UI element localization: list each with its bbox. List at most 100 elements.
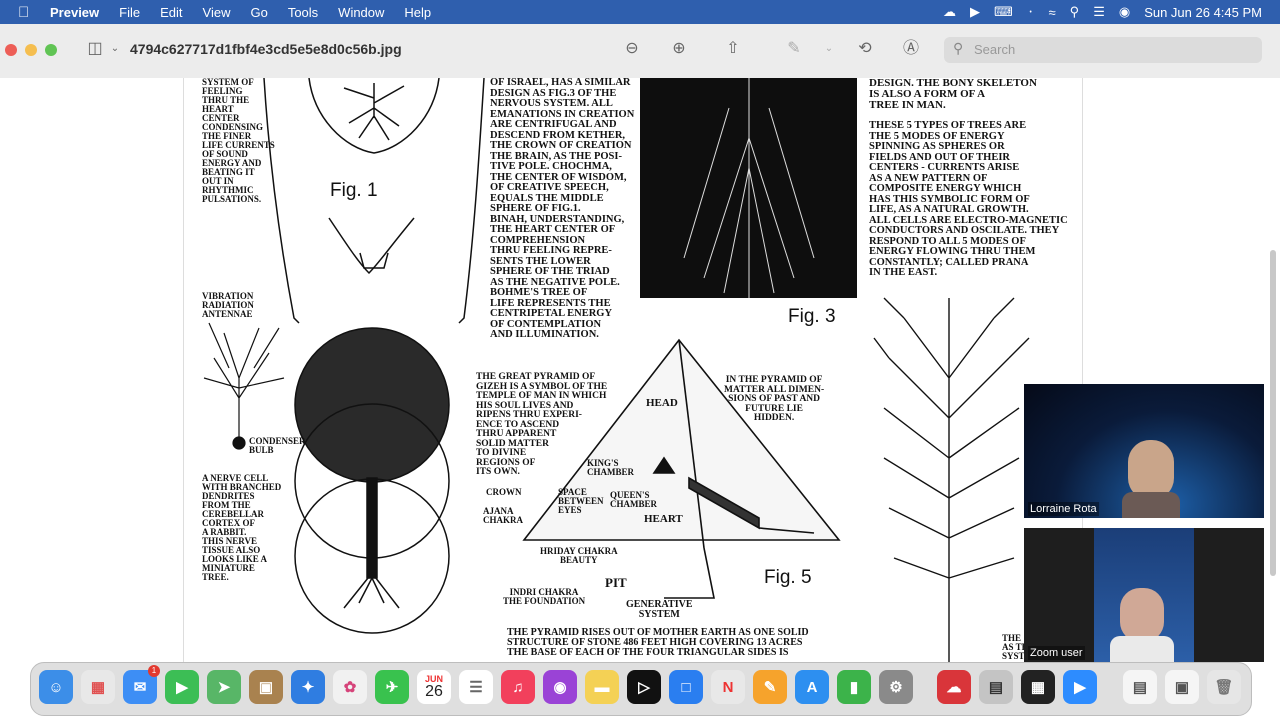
- play-icon[interactable]: ▶: [970, 4, 980, 20]
- creative-cloud-icon[interactable]: ☁: [943, 4, 956, 20]
- podcasts-icon[interactable]: ◉: [543, 670, 577, 704]
- bluetooth-icon[interactable]: ᛫: [1027, 5, 1035, 20]
- video-tile-participant-2[interactable]: Zoom user: [1024, 528, 1264, 662]
- status-menus: ☁ ▶ ⌨ ᛫ ≈ ⚲ ☰ ◉ Sun Jun 26 4:45 PM: [943, 0, 1262, 24]
- menu-edit[interactable]: Edit: [160, 5, 182, 20]
- markup-pen-icon[interactable]: ✎: [783, 38, 805, 60]
- calendar-day: 26: [425, 682, 443, 700]
- keynote-icon[interactable]: □: [669, 670, 703, 704]
- indri-chakra-label: INDRI CHAKRA THE FOUNDATION: [503, 587, 586, 606]
- dock: ☺ ▦ ✉ 1 ▶ ➤ ▣ ✦ ✿ ✈ JUN 26 ☰ ♫ ◉ ▬ ▷ □ N…: [30, 662, 1252, 716]
- participant-1-name: Lorraine Rota: [1028, 502, 1099, 516]
- participant-1-face: [1128, 440, 1174, 500]
- numbers-icon[interactable]: ▮: [837, 670, 871, 704]
- window-toolbar: ◫ ⌄ 4794c627717d1fbf4e3cd5e5e8d0c56b.jpg…: [0, 24, 1280, 79]
- facetime-icon[interactable]: ▶: [165, 670, 199, 704]
- chevron-down-icon[interactable]: ⌄: [104, 38, 126, 60]
- fig3-label: Fig. 3: [788, 306, 836, 327]
- calendar-icon[interactable]: JUN 26: [417, 670, 451, 704]
- pages-icon[interactable]: ✎: [753, 670, 787, 704]
- fig1-label: Fig. 1: [330, 180, 378, 201]
- piano-icon[interactable]: ▦: [1021, 670, 1055, 704]
- document-page[interactable]: SYSTEM OF FEELING THRU THE HEART CENTER …: [183, 78, 1083, 662]
- notes-icon[interactable]: ▬: [585, 670, 619, 704]
- search-icon: ⚲: [953, 40, 964, 56]
- zoom-in-icon[interactable]: ⊕: [668, 38, 690, 60]
- screenshot-icon[interactable]: ▣: [1165, 670, 1199, 704]
- zoom-button[interactable]: [45, 44, 57, 56]
- preview-icon[interactable]: ▤: [979, 670, 1013, 704]
- finder-icon[interactable]: ☺: [39, 670, 73, 704]
- menu-app-name[interactable]: Preview: [50, 5, 99, 20]
- menu-bar:  Preview File Edit View Go Tools Window…: [0, 0, 1280, 24]
- generative-system-label: GENERATIVE SYSTEM: [626, 599, 693, 620]
- app-store-icon[interactable]: A: [795, 670, 829, 704]
- safari-icon[interactable]: ✦: [291, 670, 325, 704]
- wifi-icon[interactable]: ≈: [1049, 5, 1056, 20]
- fig1-roots: [343, 83, 405, 141]
- trash-icon[interactable]: 🗑: [1207, 670, 1241, 704]
- zoom-icon[interactable]: ▶: [1063, 670, 1097, 704]
- search-placeholder: Search: [974, 42, 1016, 57]
- space-between-eyes-label: SPACE BETWEEN EYES: [558, 487, 604, 515]
- skeleton-text: DESIGN. THE BONY SKELETON IS ALSO A FORM…: [869, 78, 1037, 111]
- share-icon[interactable]: ⇧: [722, 38, 744, 60]
- video-tile-participant-1[interactable]: Lorraine Rota: [1024, 384, 1264, 518]
- menu-view[interactable]: View: [203, 5, 231, 20]
- spotlight-icon[interactable]: ⚲: [1070, 4, 1080, 20]
- clock[interactable]: Sun Jun 26 4:45 PM: [1144, 5, 1262, 20]
- siri-icon[interactable]: ◉: [1119, 4, 1130, 20]
- fig1-side-text: SYSTEM OF FEELING THRU THE HEART CENTER …: [202, 78, 275, 204]
- menu-file[interactable]: File: [119, 5, 140, 20]
- document-icon[interactable]: ▤: [1123, 670, 1157, 704]
- minimize-button[interactable]: [25, 44, 37, 56]
- participant-2-shirt: [1110, 636, 1174, 662]
- nerve-cell-drawing: [203, 322, 285, 450]
- close-button[interactable]: [5, 44, 17, 56]
- kings-chamber-label: KING'S CHAMBER: [587, 458, 634, 477]
- menu-tools[interactable]: Tools: [288, 5, 318, 20]
- menu-go[interactable]: Go: [250, 5, 267, 20]
- heart-label: HEART: [644, 513, 683, 525]
- markup-chevron-icon[interactable]: ⌄: [818, 38, 840, 60]
- sidebar-toggle-icon[interactable]: ◫: [84, 38, 106, 60]
- head-label: HEAD: [646, 397, 678, 409]
- notebook-icon[interactable]: ▣: [249, 670, 283, 704]
- vibration-label: VIBRATION RADIATION ANTENNAE: [202, 291, 254, 319]
- menu-window[interactable]: Window: [338, 5, 384, 20]
- fig1-sphere-tree: [294, 327, 450, 634]
- kabbalah-text: OF ISRAEL, HAS A SIMILAR DESIGN AS FIG.3…: [490, 78, 635, 340]
- ajana-chakra-label: AJANA CHAKRA: [483, 506, 523, 525]
- five-trees-text: THESE 5 TYPES OF TREES ARE THE 5 MODES O…: [869, 120, 1068, 278]
- participant-1-shoulders: [1122, 492, 1180, 518]
- reminders-icon[interactable]: ☰: [459, 670, 493, 704]
- keyboard-icon[interactable]: ⌨: [994, 4, 1013, 20]
- apple-tv-icon[interactable]: ▷: [627, 670, 661, 704]
- mail-badge: 1: [148, 665, 160, 677]
- markup-icon[interactable]: Ⓐ: [900, 38, 922, 60]
- system-preferences-icon[interactable]: ⚙: [879, 670, 913, 704]
- queens-chamber-label: QUEEN'S CHAMBER: [610, 490, 657, 509]
- window-title: 4794c627717d1fbf4e3cd5e5e8d0c56b.jpg: [130, 41, 402, 57]
- search-field[interactable]: ⚲ Search: [944, 37, 1262, 63]
- news-icon[interactable]: N: [711, 670, 745, 704]
- launchpad-icon[interactable]: ▦: [81, 670, 115, 704]
- rotate-icon[interactable]: ⟲: [854, 38, 876, 60]
- maps-icon[interactable]: ➤: [207, 670, 241, 704]
- control-center-icon[interactable]: ☰: [1093, 4, 1105, 20]
- nerve-cell-caption: A NERVE CELL WITH BRANCHED DENDRITES FRO…: [202, 473, 282, 582]
- zoom-out-icon[interactable]: ⊖: [621, 38, 643, 60]
- participant-2-name: Zoom user: [1028, 646, 1085, 660]
- pyramid-bottom-text: THE PYRAMID RISES OUT OF MOTHER EARTH AS…: [507, 627, 809, 658]
- photos-icon[interactable]: ✿: [333, 670, 367, 704]
- music-icon[interactable]: ♫: [501, 670, 535, 704]
- hriday-chakra-label: HRIDAY CHAKRA BEAUTY: [540, 546, 618, 565]
- vertical-scrollbar[interactable]: [1270, 250, 1276, 576]
- fig-tree-branches: [873, 297, 1030, 662]
- menu-help[interactable]: Help: [404, 5, 431, 20]
- apple-icon[interactable]: : [18, 4, 44, 21]
- participant-2-face: [1120, 588, 1164, 642]
- messages-icon[interactable]: ✈: [375, 670, 409, 704]
- condenser-label: CONDENSER BULB: [249, 436, 306, 455]
- creative-cloud-app-icon[interactable]: ☁: [937, 670, 971, 704]
